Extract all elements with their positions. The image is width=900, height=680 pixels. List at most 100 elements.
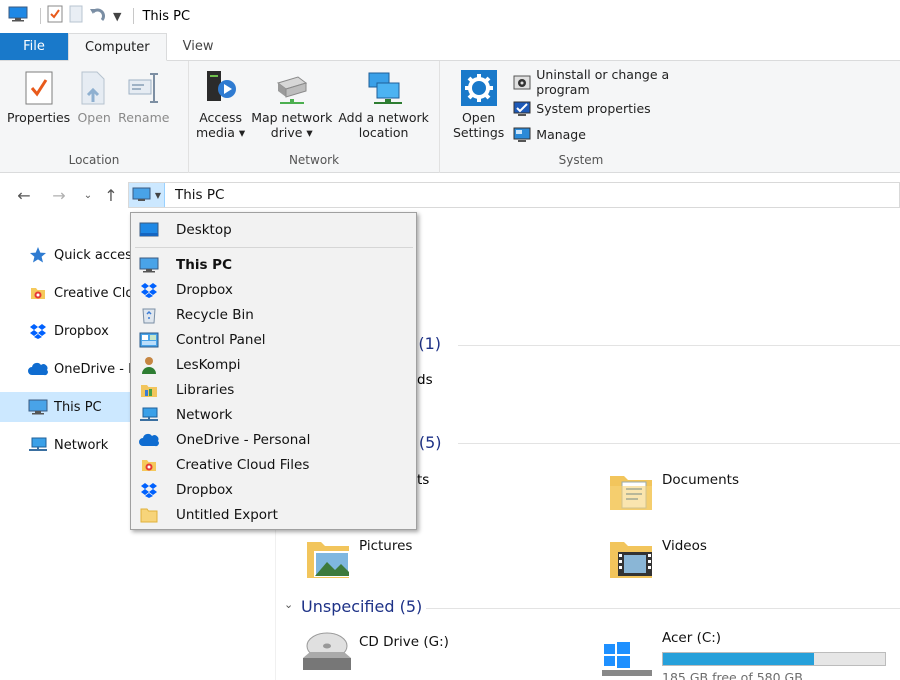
new-folder-qa-icon[interactable] [69,5,83,27]
folder-pictures[interactable]: Pictures [305,532,412,582]
pictures-folder-icon [307,542,350,578]
open-settings-label-1: Open [461,110,496,125]
dropdown-item-untitled-export[interactable]: Untitled Export [131,502,416,527]
network-location-icon [366,69,402,107]
address-dropdown-menu: Desktop This PC Dropbox Recycle Bin Cont… [130,212,417,530]
tab-view[interactable]: View [167,33,230,60]
manage-button[interactable]: Manage [513,121,718,147]
dropdown-item-label: OneDrive - Personal [176,431,311,448]
nav-item-label: OneDrive - Personal [54,361,130,377]
dropdown-item-label: Dropbox [176,481,233,498]
window-title: This PC [142,8,191,24]
drive-label: CD Drive (G:) [359,634,449,650]
dropdown-item-control-panel[interactable]: Control Panel [131,327,416,352]
star-icon [28,245,48,265]
location-group: Properties Open Rename Location [0,61,189,173]
drive-cd[interactable]: CD Drive (G:) [300,628,449,678]
tab-file[interactable]: File [0,33,68,60]
item-name-partial[interactable]: ts [417,472,429,488]
onedrive-icon [139,430,159,450]
map-drive-label-1: Map network [251,110,333,125]
folder-videos[interactable]: Videos [608,532,707,582]
dropdown-item-label: Desktop [176,221,232,238]
back-arrow-icon[interactable]: ← [13,184,35,206]
tab-computer[interactable]: Computer [68,33,167,61]
dropdown-item-label: Untitled Export [176,506,278,523]
title-bar: ▼ This PC [0,0,900,32]
open-settings-label-2: Settings [453,125,505,140]
section-header-unspecified[interactable]: Unspecified (5) [301,597,422,616]
drive-usage-fill [663,653,814,665]
add-location-label-1: Add a network [338,110,429,125]
nav-item-onedrive[interactable]: OneDrive - Personal [0,354,130,384]
up-arrow-icon[interactable]: ↑ [100,184,122,206]
manage-label: Manage [536,126,586,142]
creative-cloud-icon [28,283,48,303]
network-icon [139,405,159,425]
dropdown-item-creative-cloud[interactable]: Creative Cloud Files [131,452,416,477]
drive-usage-bar [662,652,886,666]
ribbon: Properties Open Rename Location Access m… [0,61,900,173]
access-media-label-2: media ▾ [196,125,246,140]
dropdown-item-label: Dropbox [176,281,233,298]
separator [40,8,41,24]
address-bar[interactable]: ▼ This PC [128,182,900,208]
item-name-partial[interactable]: ds [417,372,433,388]
nav-item-network[interactable]: Network [0,430,130,460]
network-group: Access media ▾ Map network drive ▾ Add a… [189,61,440,173]
computer-icon [28,397,48,417]
libraries-icon [139,380,159,400]
dropdown-item-label: Creative Cloud Files [176,456,310,473]
dropdown-item-label: Network [176,406,233,423]
documents-folder-icon [610,476,652,510]
drive-label: Acer (C:) [662,630,722,646]
folder-documents[interactable]: Documents [608,466,739,514]
network-icon [28,435,48,455]
nav-item-label: Quick access [54,247,130,263]
customize-toolbar-icon[interactable]: ▼ [113,10,121,23]
forward-arrow-icon[interactable]: → [48,184,70,206]
dropdown-item-dropbox-2[interactable]: Dropbox [131,477,416,502]
dropdown-item-this-pc[interactable]: This PC [131,252,416,277]
address-path: This PC [175,187,225,203]
dropbox-icon [139,280,159,300]
dropdown-item-label: Control Panel [176,331,266,348]
nav-item-label: Dropbox [54,323,109,339]
dropdown-item-dropbox[interactable]: Dropbox [131,277,416,302]
address-dropdown-button[interactable]: ▼ [129,183,165,207]
dropdown-item-network[interactable]: Network [131,402,416,427]
navigation-pane: Quick access Creative Cloud Files Dropbo… [0,236,130,680]
dropdown-item-onedrive[interactable]: OneDrive - Personal [131,427,416,452]
quick-access-toolbar: ▼ [8,0,140,32]
undo-qa-icon[interactable] [89,5,107,27]
dropdown-item-libraries[interactable]: Libraries [131,377,416,402]
computer-icon [139,255,159,275]
dropdown-item-desktop[interactable]: Desktop [131,217,416,242]
nav-item-this-pc[interactable]: This PC [0,392,130,422]
nav-item-creative-cloud[interactable]: Creative Cloud Files [0,278,130,308]
recent-locations-icon[interactable]: ⌄ [77,184,99,206]
drive-acer[interactable]: Acer (C:) 185 GB free of 580 GB [600,628,886,680]
nav-item-label: This PC [54,399,102,415]
folder-icon [139,505,159,525]
nav-item-quick-access[interactable]: Quick access [0,240,130,270]
section-divider [458,443,900,444]
nav-item-dropbox[interactable]: Dropbox [0,316,130,346]
open-icon [76,69,112,107]
dropdown-item-leskompi[interactable]: LesKompi [131,352,416,377]
network-drive-icon [274,69,310,107]
access-media-label-1: Access [199,110,242,125]
computer-icon [8,6,28,26]
chevron-down-icon[interactable]: ⌄ [284,598,293,611]
properties-qa-icon[interactable] [47,5,63,27]
dropdown-item-recycle-bin[interactable]: Recycle Bin [131,302,416,327]
location-group-label: Location [68,153,120,167]
system-properties-label: System properties [536,100,651,116]
videos-folder-icon [610,542,652,578]
folder-label: Documents [662,472,739,488]
system-properties-button[interactable]: System properties [513,95,718,121]
nav-item-label: Network [54,437,109,453]
uninstall-program-button[interactable]: Uninstall or change a program [513,67,718,97]
section-divider [426,608,900,609]
nav-item-label: Creative Cloud Files [54,285,130,301]
